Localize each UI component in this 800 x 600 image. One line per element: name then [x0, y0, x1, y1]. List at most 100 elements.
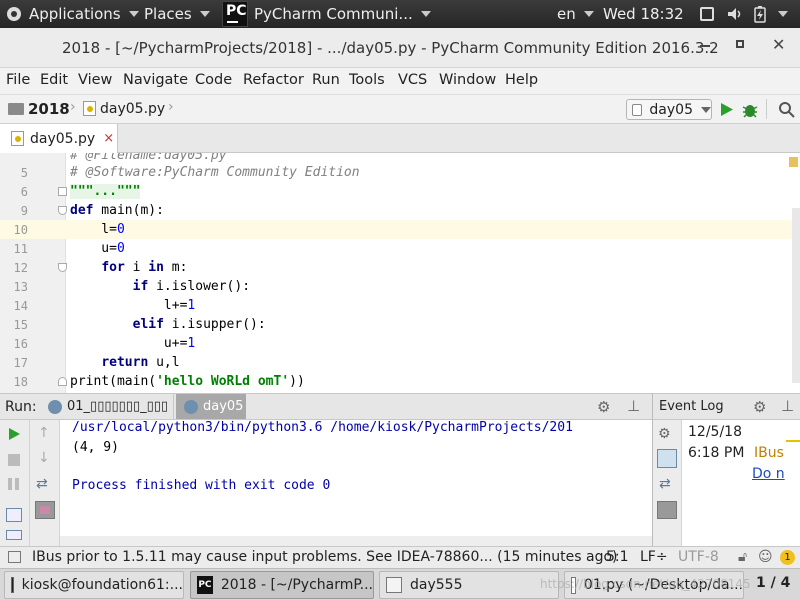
- event-source: IBus: [754, 445, 784, 461]
- menu-edit[interactable]: Edit: [40, 72, 68, 88]
- run-config-label: day05: [649, 101, 693, 118]
- tab-day05-py[interactable]: day05.py ×: [0, 124, 118, 153]
- pycharm-icon: PC: [197, 576, 213, 594]
- layout-icon[interactable]: [6, 508, 22, 522]
- pause-button-bar: [15, 478, 19, 490]
- mark-read-icon[interactable]: [657, 449, 677, 468]
- taskbar-item-label: kiosk@foundation61:...: [21, 577, 183, 593]
- taskbar-item-pycharm[interactable]: PC 2018 - [~/PycharmP...: [190, 571, 374, 599]
- file-encoding[interactable]: UTF-8: [678, 549, 719, 565]
- window-overview-icon[interactable]: [700, 0, 714, 28]
- code-line: elif i.isupper():: [132, 317, 266, 332]
- console-command-line: /usr/local/python3/bin/python3.6 /home/k…: [72, 420, 573, 435]
- event-link[interactable]: Do n: [752, 466, 785, 482]
- menu-bar: File Edit View Navigate Code Refactor Ru…: [0, 68, 800, 94]
- menu-file[interactable]: File: [6, 72, 30, 88]
- close-window-button[interactable]: ✕: [772, 35, 785, 54]
- language-indicator[interactable]: en: [557, 0, 594, 28]
- clock[interactable]: Wed 18:32: [603, 0, 684, 28]
- line-separator[interactable]: LF÷: [640, 549, 668, 565]
- code-line: def main(m):: [70, 203, 164, 218]
- code-editor[interactable]: 5 6 9 10 11 12 13 14 15 16 17 18 # @File…: [0, 153, 800, 393]
- gear-icon[interactable]: ⚙: [597, 398, 610, 416]
- soft-wrap-icon[interactable]: ⇄: [659, 476, 671, 492]
- workspace-pager[interactable]: 1 / 4: [756, 575, 790, 591]
- scroll-up-icon[interactable]: ↑: [38, 425, 50, 441]
- line-number: 5: [20, 166, 28, 180]
- code-line: if i.islower():: [132, 279, 251, 294]
- rerun-button[interactable]: [8, 427, 21, 441]
- breadcrumb-separator-icon: ›: [70, 99, 76, 115]
- fold-collapse-icon[interactable]: [58, 206, 67, 215]
- system-menu[interactable]: [778, 0, 788, 28]
- close-tab-icon[interactable]: ×: [103, 131, 114, 146]
- menu-navigate[interactable]: Navigate: [123, 72, 188, 88]
- run-config-dropdown[interactable]: day05: [626, 99, 712, 120]
- warning-stripe[interactable]: [789, 157, 798, 167]
- active-app-menu[interactable]: PC PyCharm Communi...: [222, 0, 431, 28]
- editor-scrollbar[interactable]: [792, 208, 800, 383]
- minimize-button[interactable]: [700, 45, 710, 47]
- breadcrumb-file[interactable]: day05.py: [100, 101, 165, 117]
- menu-view[interactable]: View: [78, 72, 112, 88]
- run-tab-label: day05: [203, 399, 244, 414]
- breadcrumb-end-icon: ›: [168, 99, 174, 115]
- volume-icon[interactable]: [726, 0, 742, 28]
- menu-window[interactable]: Window: [439, 72, 496, 88]
- menu-run[interactable]: Run: [312, 72, 340, 88]
- run-button[interactable]: [720, 102, 734, 117]
- line-number: 17: [13, 356, 28, 370]
- soft-wrap-icon[interactable]: ⇄: [36, 476, 48, 492]
- hide-panel-icon[interactable]: ⊥: [781, 397, 794, 415]
- clear-log-icon[interactable]: [657, 501, 677, 519]
- notifications-badge[interactable]: 1: [780, 550, 795, 565]
- navigation-bar: 2018 › day05.py › day05: [0, 94, 800, 124]
- menu-code[interactable]: Code: [195, 72, 232, 88]
- toggle-tool-windows-icon[interactable]: [8, 551, 21, 563]
- hide-panel-icon[interactable]: ⊥: [627, 397, 640, 415]
- restore-layout-icon[interactable]: [6, 530, 22, 540]
- run-tab-day05[interactable]: day05: [176, 394, 246, 419]
- places-menu[interactable]: Places: [144, 0, 210, 28]
- fold-collapse-icon[interactable]: [58, 263, 67, 272]
- taskbar-item-terminal[interactable]: kiosk@foundation61:...: [4, 571, 184, 599]
- fold-expand-icon[interactable]: [58, 187, 67, 196]
- line-number: 14: [13, 299, 28, 313]
- fold-end-icon[interactable]: [58, 377, 67, 386]
- code-line: l+=1: [70, 298, 196, 313]
- scroll-down-icon[interactable]: ↓: [38, 450, 50, 466]
- code-line-folded-docstring[interactable]: """...""": [70, 184, 141, 199]
- event-log-header: Event Log ⚙ ⊥: [652, 393, 800, 420]
- clear-output-icon[interactable]: [35, 501, 55, 519]
- settings-icon[interactable]: ⚙: [658, 426, 671, 442]
- pause-button[interactable]: [8, 478, 12, 490]
- menu-vcs[interactable]: VCS: [398, 72, 427, 88]
- console-hscrollbar[interactable]: [60, 536, 652, 546]
- debug-button[interactable]: [741, 101, 759, 118]
- code-line: l=0: [70, 222, 125, 237]
- run-console[interactable]: /usr/local/python3/bin/python3.6 /home/k…: [60, 420, 652, 546]
- caret-position[interactable]: 5:1: [606, 549, 629, 565]
- places-label: Places: [144, 5, 192, 23]
- stop-button[interactable]: [8, 454, 20, 466]
- menu-tools[interactable]: Tools: [349, 72, 385, 88]
- search-icon[interactable]: [778, 101, 795, 118]
- menu-refactor[interactable]: Refactor: [243, 72, 304, 88]
- applications-label: Applications: [29, 5, 121, 23]
- menu-help[interactable]: Help: [505, 72, 538, 88]
- battery-icon[interactable]: [754, 0, 766, 28]
- run-tab-01[interactable]: 01_▯▯▯▯▯▯▯_▯▯▯: [40, 394, 174, 419]
- breadcrumb-project[interactable]: 2018: [28, 100, 70, 118]
- maximize-button[interactable]: [736, 40, 744, 48]
- python-icon: [184, 399, 198, 414]
- gear-icon[interactable]: ⚙: [753, 398, 766, 416]
- lock-icon[interactable]: 🔓︎: [738, 549, 747, 565]
- taskbar-item-day555[interactable]: day555: [379, 571, 559, 599]
- applications-menu[interactable]: Applications: [6, 0, 139, 28]
- python-file-icon: [11, 131, 24, 146]
- line-number: 13: [13, 280, 28, 294]
- run-toolbar-right: ↑ ↓ ⇄: [30, 420, 60, 546]
- code-line: # @Software:PyCharm Community Edition: [70, 165, 360, 180]
- status-message[interactable]: IBus prior to 1.5.11 may cause input pro…: [32, 549, 618, 565]
- inspector-icon[interactable]: ☺︎: [758, 549, 773, 565]
